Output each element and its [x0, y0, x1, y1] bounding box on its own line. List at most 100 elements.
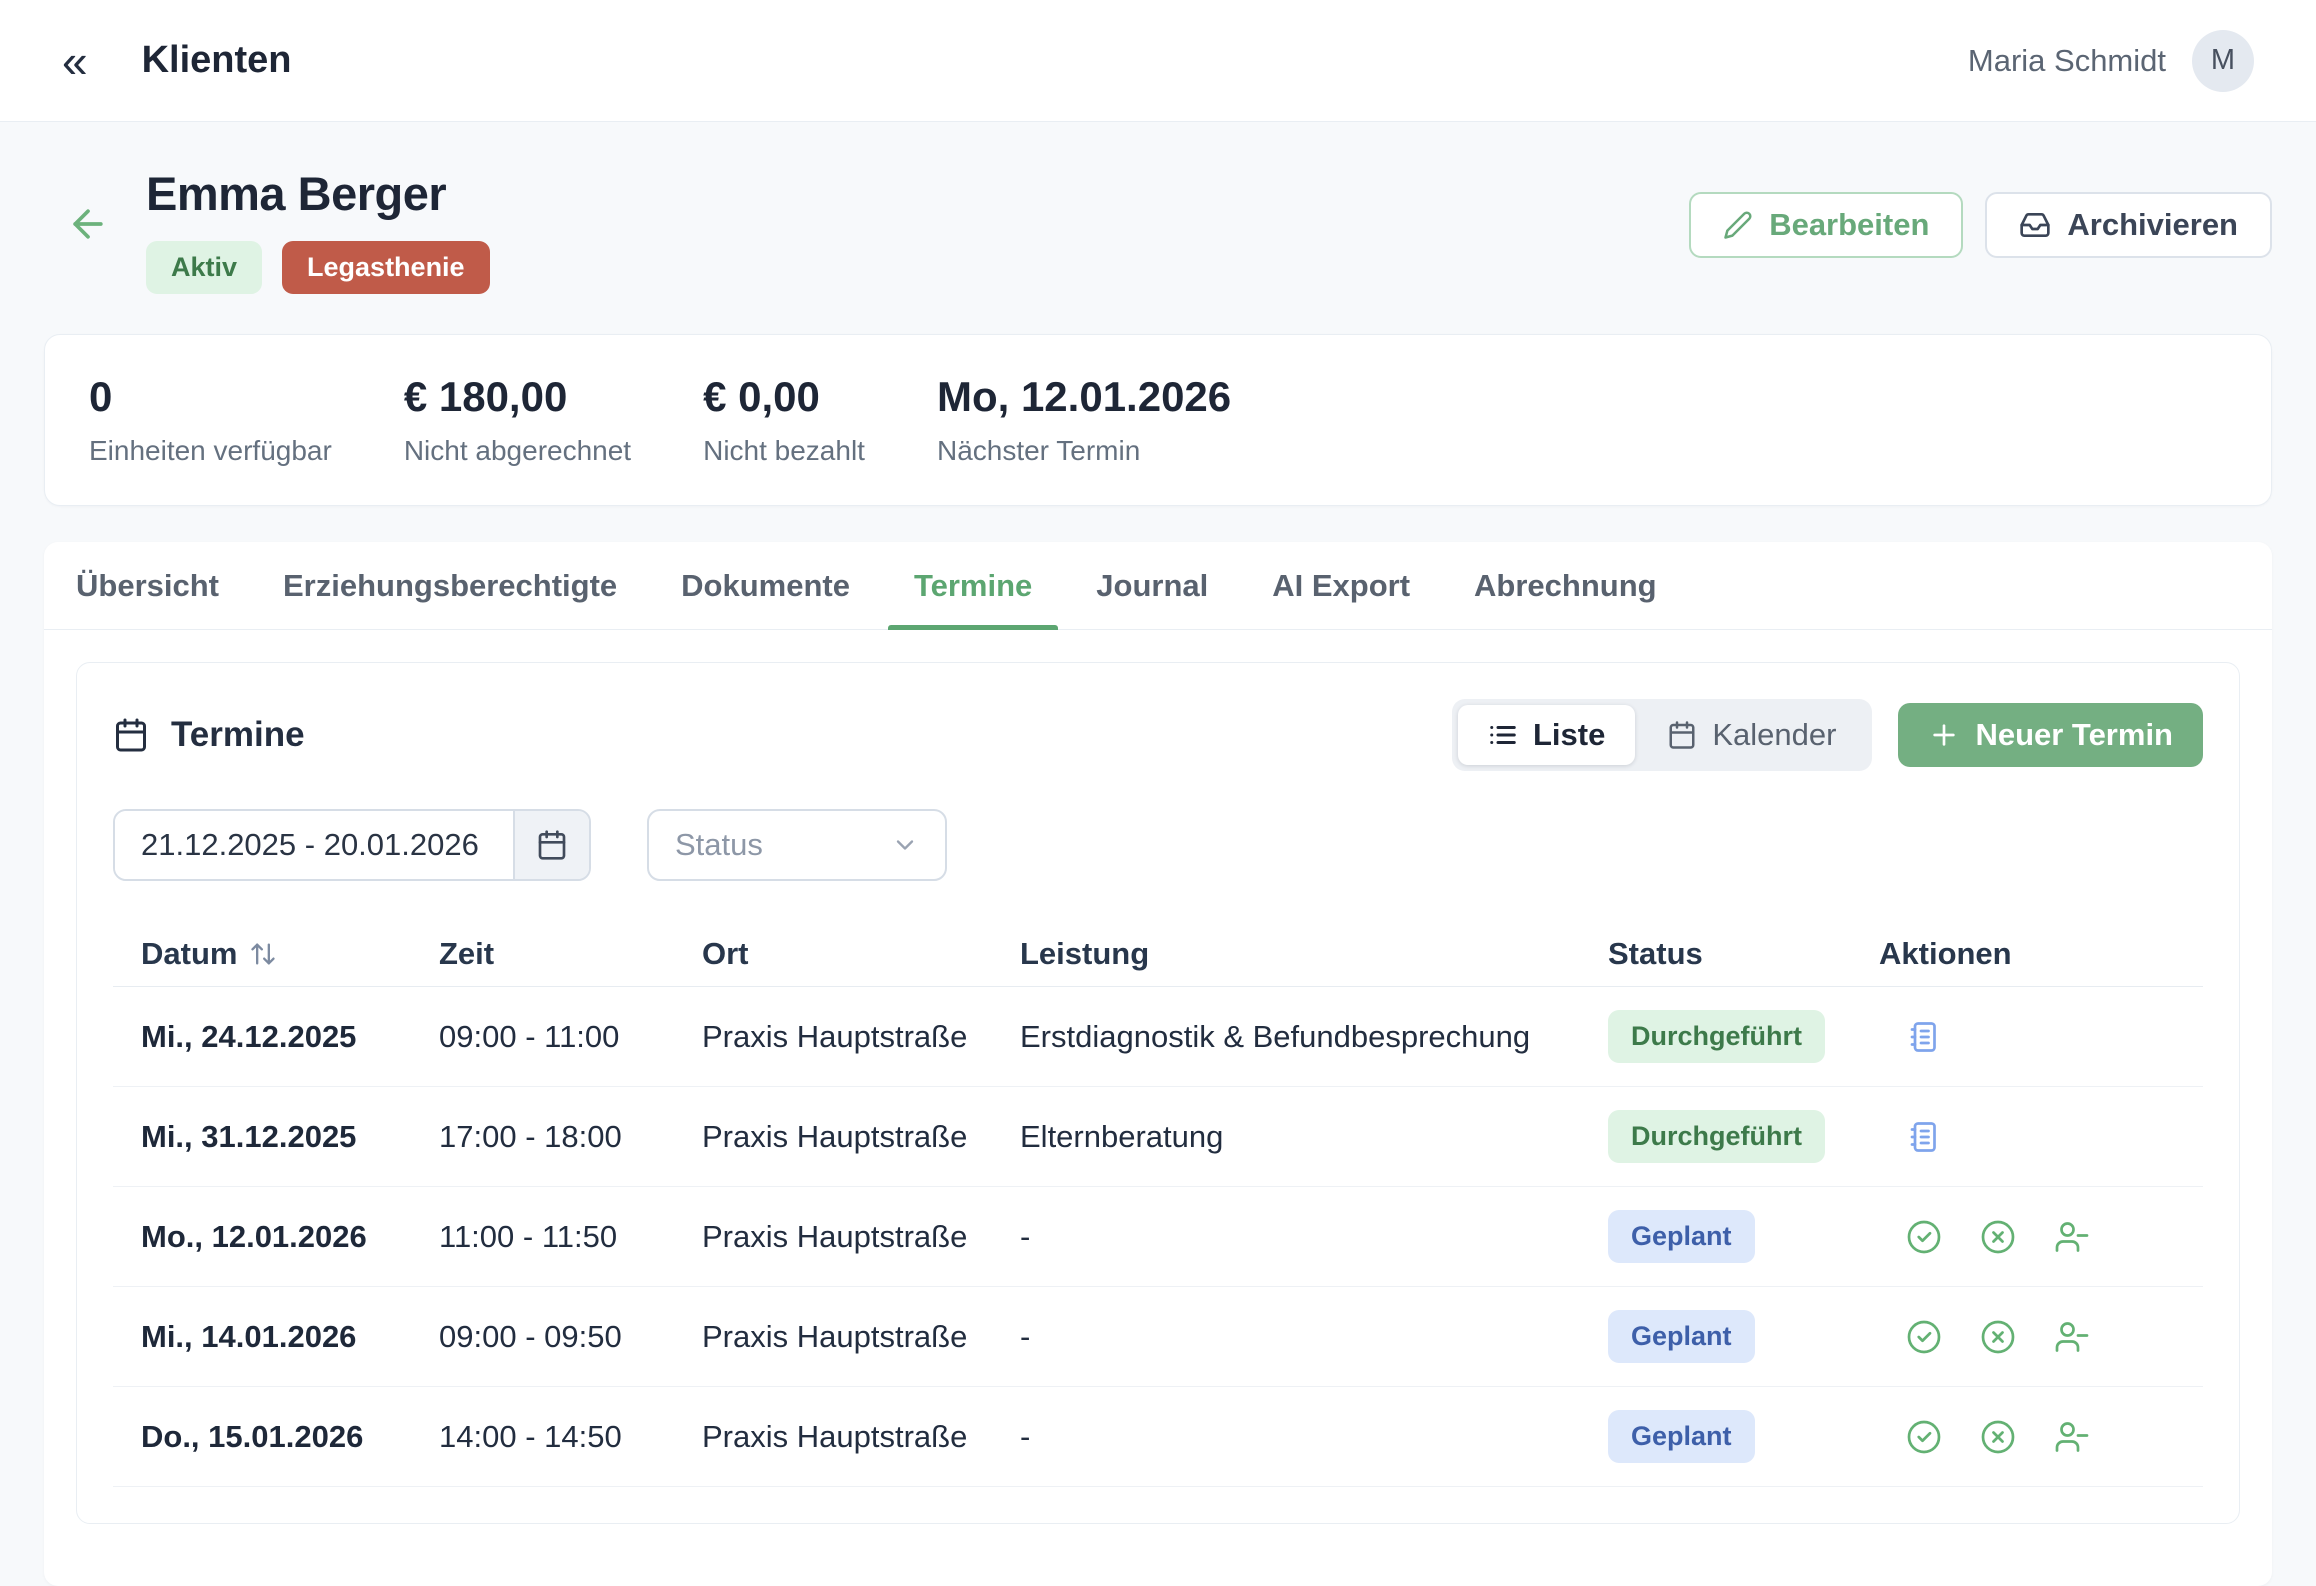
status-pill: Geplant [1608, 1210, 1755, 1263]
cell-actions [1879, 1219, 2203, 1255]
cell-ort: Praxis Hauptstraße [702, 1419, 1020, 1455]
tab-ai-export[interactable]: AI Export [1246, 542, 1436, 629]
confirm-action-button[interactable] [1906, 1319, 1942, 1355]
new-appointment-label: Neuer Termin [1975, 717, 2173, 753]
user-minus-icon [2054, 1419, 2090, 1455]
appointments-card-header: Termine Liste [113, 699, 2203, 771]
cell-leistung: Erstdiagnostik & Befundbesprechung [1020, 1019, 1608, 1055]
appointments-table: Datum Zeit Ort Leistung Status Aktionen … [113, 921, 2203, 1487]
content-panel: Übersicht Erziehungsberechtigte Dokument… [44, 542, 2272, 1586]
card-title: Termine [171, 715, 305, 755]
tab-journal[interactable]: Journal [1070, 542, 1234, 629]
stat-label: Nicht abgerechnet [404, 435, 631, 467]
cell-zeit: 09:00 - 09:50 [439, 1319, 702, 1355]
client-header: Emma Berger Aktiv Legasthenie Bearbeiten… [44, 122, 2272, 294]
cell-zeit: 09:00 - 11:00 [439, 1019, 702, 1055]
column-header-datum[interactable]: Datum [113, 936, 439, 972]
tab-dokumente[interactable]: Dokumente [655, 542, 876, 629]
card-header-actions: Liste Kalender Neuer Term [1452, 699, 2203, 771]
confirm-action-button[interactable] [1906, 1219, 1942, 1255]
stat-label: Nicht bezahlt [703, 435, 865, 467]
cell-leistung: Elternberatung [1020, 1119, 1608, 1155]
topbar-user: Maria Schmidt M [1968, 30, 2254, 92]
topbar: « Klienten Maria Schmidt M [0, 0, 2316, 122]
tab-erziehungsberechtigte[interactable]: Erziehungsberechtigte [257, 542, 643, 629]
confirm-action-button[interactable] [1906, 1419, 1942, 1455]
status-filter-placeholder: Status [675, 827, 763, 863]
column-header-aktionen: Aktionen [1879, 936, 2203, 972]
view-list-button[interactable]: Liste [1458, 705, 1635, 765]
edit-button[interactable]: Bearbeiten [1689, 192, 1963, 258]
stat-next-appointment: Mo, 12.01.2026 Nächster Termin [937, 373, 1231, 467]
avatar[interactable]: M [2192, 30, 2254, 92]
client-detail-page: Emma Berger Aktiv Legasthenie Bearbeiten… [0, 122, 2316, 1586]
status-filter-select[interactable]: Status [647, 809, 947, 881]
cell-ort: Praxis Hauptstraße [702, 1119, 1020, 1155]
column-header-label: Datum [141, 936, 237, 972]
view-toggle: Liste Kalender [1452, 699, 1872, 771]
column-header-status: Status [1608, 936, 1879, 972]
sort-arrows-icon [249, 940, 277, 968]
absent-action-button[interactable] [2054, 1319, 2090, 1355]
tab-bar: Übersicht Erziehungsberechtigte Dokument… [44, 542, 2272, 630]
cancel-action-button[interactable] [1980, 1419, 2016, 1455]
date-range-calendar-button[interactable] [513, 811, 589, 879]
status-badge: Aktiv [146, 241, 262, 294]
pencil-icon [1723, 210, 1753, 240]
cell-actions [1879, 1319, 2203, 1355]
client-identity: Emma Berger Aktiv Legasthenie [146, 166, 490, 294]
cancel-action-button[interactable] [1980, 1219, 2016, 1255]
cell-status: Geplant [1608, 1410, 1879, 1463]
cell-status: Durchgeführt [1608, 1010, 1879, 1063]
user-minus-icon [2054, 1219, 2090, 1255]
cell-status: Durchgeführt [1608, 1110, 1879, 1163]
cell-actions [1879, 1419, 2203, 1455]
cell-leistung: - [1020, 1419, 1608, 1455]
date-range-filter [113, 809, 591, 881]
status-pill: Geplant [1608, 1310, 1755, 1363]
stat-label: Einheiten verfügbar [89, 435, 332, 467]
circle-check-icon [1906, 1219, 1942, 1255]
cell-datum: Mi., 31.12.2025 [113, 1119, 439, 1155]
stat-value: € 180,00 [404, 373, 631, 421]
plus-icon [1928, 719, 1960, 751]
cell-actions [1879, 1019, 2203, 1055]
absent-action-button[interactable] [2054, 1219, 2090, 1255]
stat-value: Mo, 12.01.2026 [937, 373, 1231, 421]
circle-x-icon [1980, 1419, 2016, 1455]
cancel-action-button[interactable] [1980, 1319, 2016, 1355]
cell-ort: Praxis Hauptstraße [702, 1219, 1020, 1255]
page-title: Klienten [142, 39, 292, 82]
archive-button[interactable]: Archivieren [1985, 192, 2272, 258]
tab-abrechnung[interactable]: Abrechnung [1448, 542, 1683, 629]
view-list-label: Liste [1533, 717, 1605, 753]
date-range-input[interactable] [115, 811, 513, 879]
edit-button-label: Bearbeiten [1769, 207, 1929, 243]
notes-action-button[interactable] [1906, 1119, 1942, 1155]
calendar-icon [113, 717, 149, 753]
sidebar-collapse-button[interactable]: « [62, 38, 88, 84]
tab-termine[interactable]: Termine [888, 542, 1058, 629]
cell-leistung: - [1020, 1219, 1608, 1255]
cell-ort: Praxis Hauptstraße [702, 1319, 1020, 1355]
notes-action-button[interactable] [1906, 1019, 1942, 1055]
status-pill: Durchgeführt [1608, 1010, 1825, 1063]
calendar-icon [1667, 720, 1697, 750]
cell-actions [1879, 1119, 2203, 1155]
view-calendar-button[interactable]: Kalender [1637, 705, 1866, 765]
cell-status: Geplant [1608, 1210, 1879, 1263]
back-button[interactable] [66, 202, 110, 246]
stat-unbilled: € 180,00 Nicht abgerechnet [404, 373, 631, 467]
view-calendar-label: Kalender [1712, 717, 1836, 753]
new-appointment-button[interactable]: Neuer Termin [1898, 703, 2203, 767]
status-pill: Durchgeführt [1608, 1110, 1825, 1163]
column-header-zeit: Zeit [439, 936, 702, 972]
cell-leistung: - [1020, 1319, 1608, 1355]
absent-action-button[interactable] [2054, 1419, 2090, 1455]
user-name: Maria Schmidt [1968, 43, 2166, 79]
circle-check-icon [1906, 1419, 1942, 1455]
tab-uebersicht[interactable]: Übersicht [50, 542, 245, 629]
user-minus-icon [2054, 1319, 2090, 1355]
cell-datum: Mi., 14.01.2026 [113, 1319, 439, 1355]
cell-datum: Mo., 12.01.2026 [113, 1219, 439, 1255]
